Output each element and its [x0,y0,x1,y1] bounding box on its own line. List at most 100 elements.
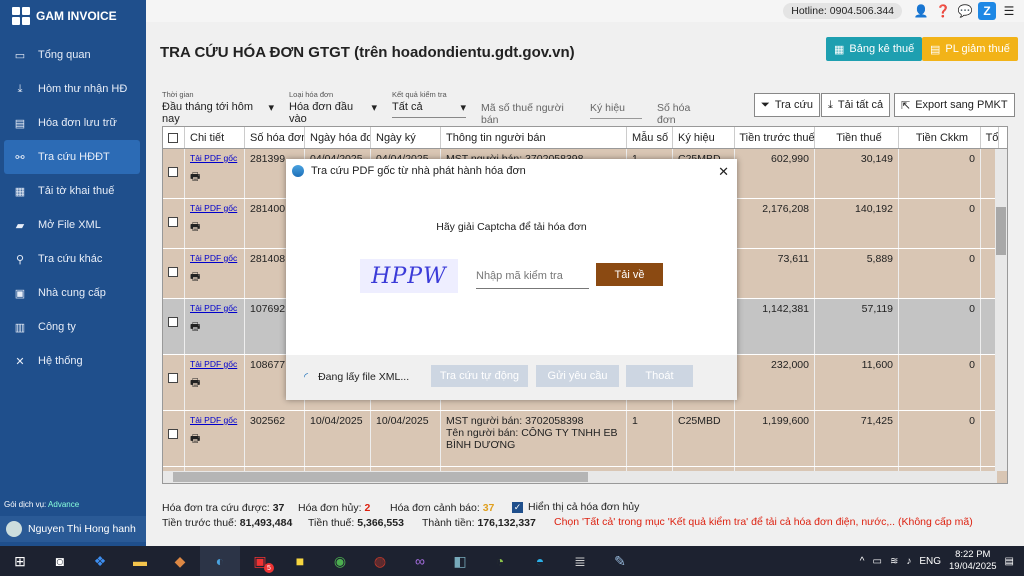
exit-button[interactable]: Thoát [626,365,693,387]
checkbox[interactable] [168,317,178,327]
sidebar-item[interactable]: ⤓ Hòm thư nhận HĐ [0,72,140,106]
download-pdf-link[interactable]: Tải PDF gốc [190,253,239,263]
printer-icon[interactable]: 🖶 [190,318,239,337]
edge-icon[interactable]: ◓ [520,546,560,576]
scroll-thumb[interactable] [173,472,588,482]
row-checkbox[interactable] [163,355,185,410]
download-pdf-link[interactable]: Tải PDF gốc [190,153,239,163]
time-filter[interactable]: Thời gian Đầu tháng tới hôm nay ▾ [162,90,274,129]
chat-icon[interactable]: 💬 [956,2,974,20]
network-icon[interactable]: ▭ [872,556,881,567]
printer-icon[interactable]: 🖶 [190,268,239,287]
wifi-icon[interactable]: ≋ [890,556,898,567]
download-pdf-link[interactable]: Tải PDF gốc [190,203,239,213]
database-icon[interactable]: ≣ [560,546,600,576]
scroll-thumb[interactable] [996,207,1006,255]
sidebar-item[interactable]: ▦ Tải tờ khai thuế [0,174,140,208]
app-icon[interactable]: ✎ [600,546,640,576]
file-explorer-icon[interactable]: ▬ [120,546,160,576]
zalo-icon[interactable]: Z [978,2,996,20]
table-row[interactable]: Tải PDF gốc 🖶 302562 10/04/2025 10/04/2025 MS… [163,411,1007,467]
checkbox[interactable] [168,217,178,227]
checkbox[interactable] [168,132,178,143]
close-icon[interactable]: ✕ [718,164,729,180]
printer-icon[interactable]: 🖶 [190,168,239,187]
column-header[interactable]: Tổ [981,127,999,148]
plgiam-button[interactable]: ▤ PL giảm thuế [922,37,1018,61]
column-header[interactable]: Ký hiệu [673,127,735,148]
chevron-up-icon[interactable]: ^ [860,556,865,567]
sidebar-item[interactable]: ⚲ Tra cứu khác [0,242,140,276]
vertical-scrollbar[interactable] [995,149,1007,471]
auto-lookup-button[interactable]: Tra cứu tự động [431,365,528,387]
sidebar-item[interactable]: ▰ Mở File XML [0,208,140,242]
app-icon[interactable]: ◔ [480,546,520,576]
column-header[interactable]: Tiền trước thuế [735,127,815,148]
printer-icon[interactable]: 🖶 [190,430,239,449]
column-header[interactable]: Thông tin người bán [441,127,627,148]
type-filter[interactable]: Loại hóa đơn Hóa đơn đầu vào ▾ [289,90,377,129]
column-header[interactable]: Ngày hóa đơn [305,127,371,148]
column-header[interactable]: Tiền Ckkm [899,127,981,148]
app-icon[interactable]: ◍ [360,546,400,576]
checkbox[interactable] [168,267,178,277]
column-header[interactable]: Ngày ký [371,127,441,148]
column-header[interactable]: Số hóa đơn [245,127,305,148]
row-checkbox[interactable] [163,199,185,248]
column-header[interactable]: Tiền thuế [815,127,899,148]
app-icon[interactable]: ◙ [40,546,80,576]
bangke-button[interactable]: ▦ Bảng kê thuế [826,37,923,61]
download-all-button[interactable]: ⤓ Tải tất cả [821,93,891,117]
help-icon[interactable]: ❓ [934,2,952,20]
search-button[interactable]: ⏷ Tra cứu [754,93,820,117]
result-filter[interactable]: Kết quả kiểm tra Tất cả ▾ [392,90,466,118]
user-support-icon[interactable]: 👤 [912,2,930,20]
checkbox[interactable] [168,167,178,177]
app-icon[interactable]: ◆ [160,546,200,576]
app-icon[interactable]: ◧ [440,546,480,576]
row-checkbox[interactable] [163,249,185,298]
clock[interactable]: 8:22 PM 19/04/2025 [949,549,997,573]
printer-icon[interactable]: 🖶 [190,374,239,393]
symbol-input[interactable]: Ký hiệu [590,102,642,119]
download-pdf-link[interactable]: Tải PDF gốc [190,359,239,369]
printer-icon[interactable]: 🖶 [190,218,239,237]
captcha-input[interactable]: Nhập mã kiểm tra [476,266,589,289]
column-header[interactable]: Chi tiết [185,127,245,148]
chrome-icon[interactable]: ◉ [320,546,360,576]
export-button[interactable]: ⇱ Export sang PMKT [894,93,1015,117]
row-checkbox[interactable] [163,149,185,198]
gam-invoice-icon[interactable]: ◐ [200,546,240,576]
horizontal-scrollbar[interactable] [163,471,997,483]
user-profile[interactable]: Nguyen Thi Hong hanh [0,516,146,542]
volume-icon[interactable]: ♪ [906,556,911,567]
dropbox-icon[interactable]: ❖ [80,546,120,576]
visual-studio-icon[interactable]: ∞ [400,546,440,576]
send-request-button[interactable]: Gửi yêu cầu [536,365,619,387]
checkbox[interactable] [168,429,178,439]
language-indicator[interactable]: ENG [919,556,941,567]
sidebar-item[interactable]: ▥ Công ty [0,310,140,344]
download-button[interactable]: Tải về [596,263,663,286]
clock-time: 8:22 PM [955,549,991,560]
dialog-title: Tra cứu PDF gốc từ nhà phát hành hóa đơn [311,165,526,177]
pre-tax-amount: 2,176,208 [735,199,815,248]
menu-icon[interactable]: ☰ [1000,2,1018,20]
sidebar-item[interactable]: ▣ Nhà cung cấp [0,276,140,310]
sticky-notes-icon[interactable]: ■ [280,546,320,576]
checkbox[interactable] [168,373,178,383]
sidebar-item[interactable]: ▤ Hóa đơn lưu trữ [0,106,140,140]
show-cancel-checkbox[interactable]: ✓ Hiển thị cả hóa đơn hủy [512,501,639,513]
app-icon[interactable]: ▣ 5 [240,546,280,576]
sidebar-item[interactable]: ✕ Hệ thống [0,344,140,378]
row-checkbox[interactable] [163,411,185,466]
row-checkbox[interactable] [163,299,185,354]
sidebar-item[interactable]: ▭ Tổng quan [0,38,140,72]
column-header[interactable]: Mẫu số [627,127,673,148]
download-pdf-link[interactable]: Tải PDF gốc [190,415,239,425]
sidebar-item[interactable]: ⚯ Tra cứu HĐĐT [4,140,140,174]
notification-icon[interactable]: ▤ [1005,556,1014,567]
download-pdf-link[interactable]: Tải PDF gốc [190,303,239,313]
windows-start-icon[interactable]: ⊞ [0,546,40,576]
select-all-checkbox[interactable] [163,127,185,148]
